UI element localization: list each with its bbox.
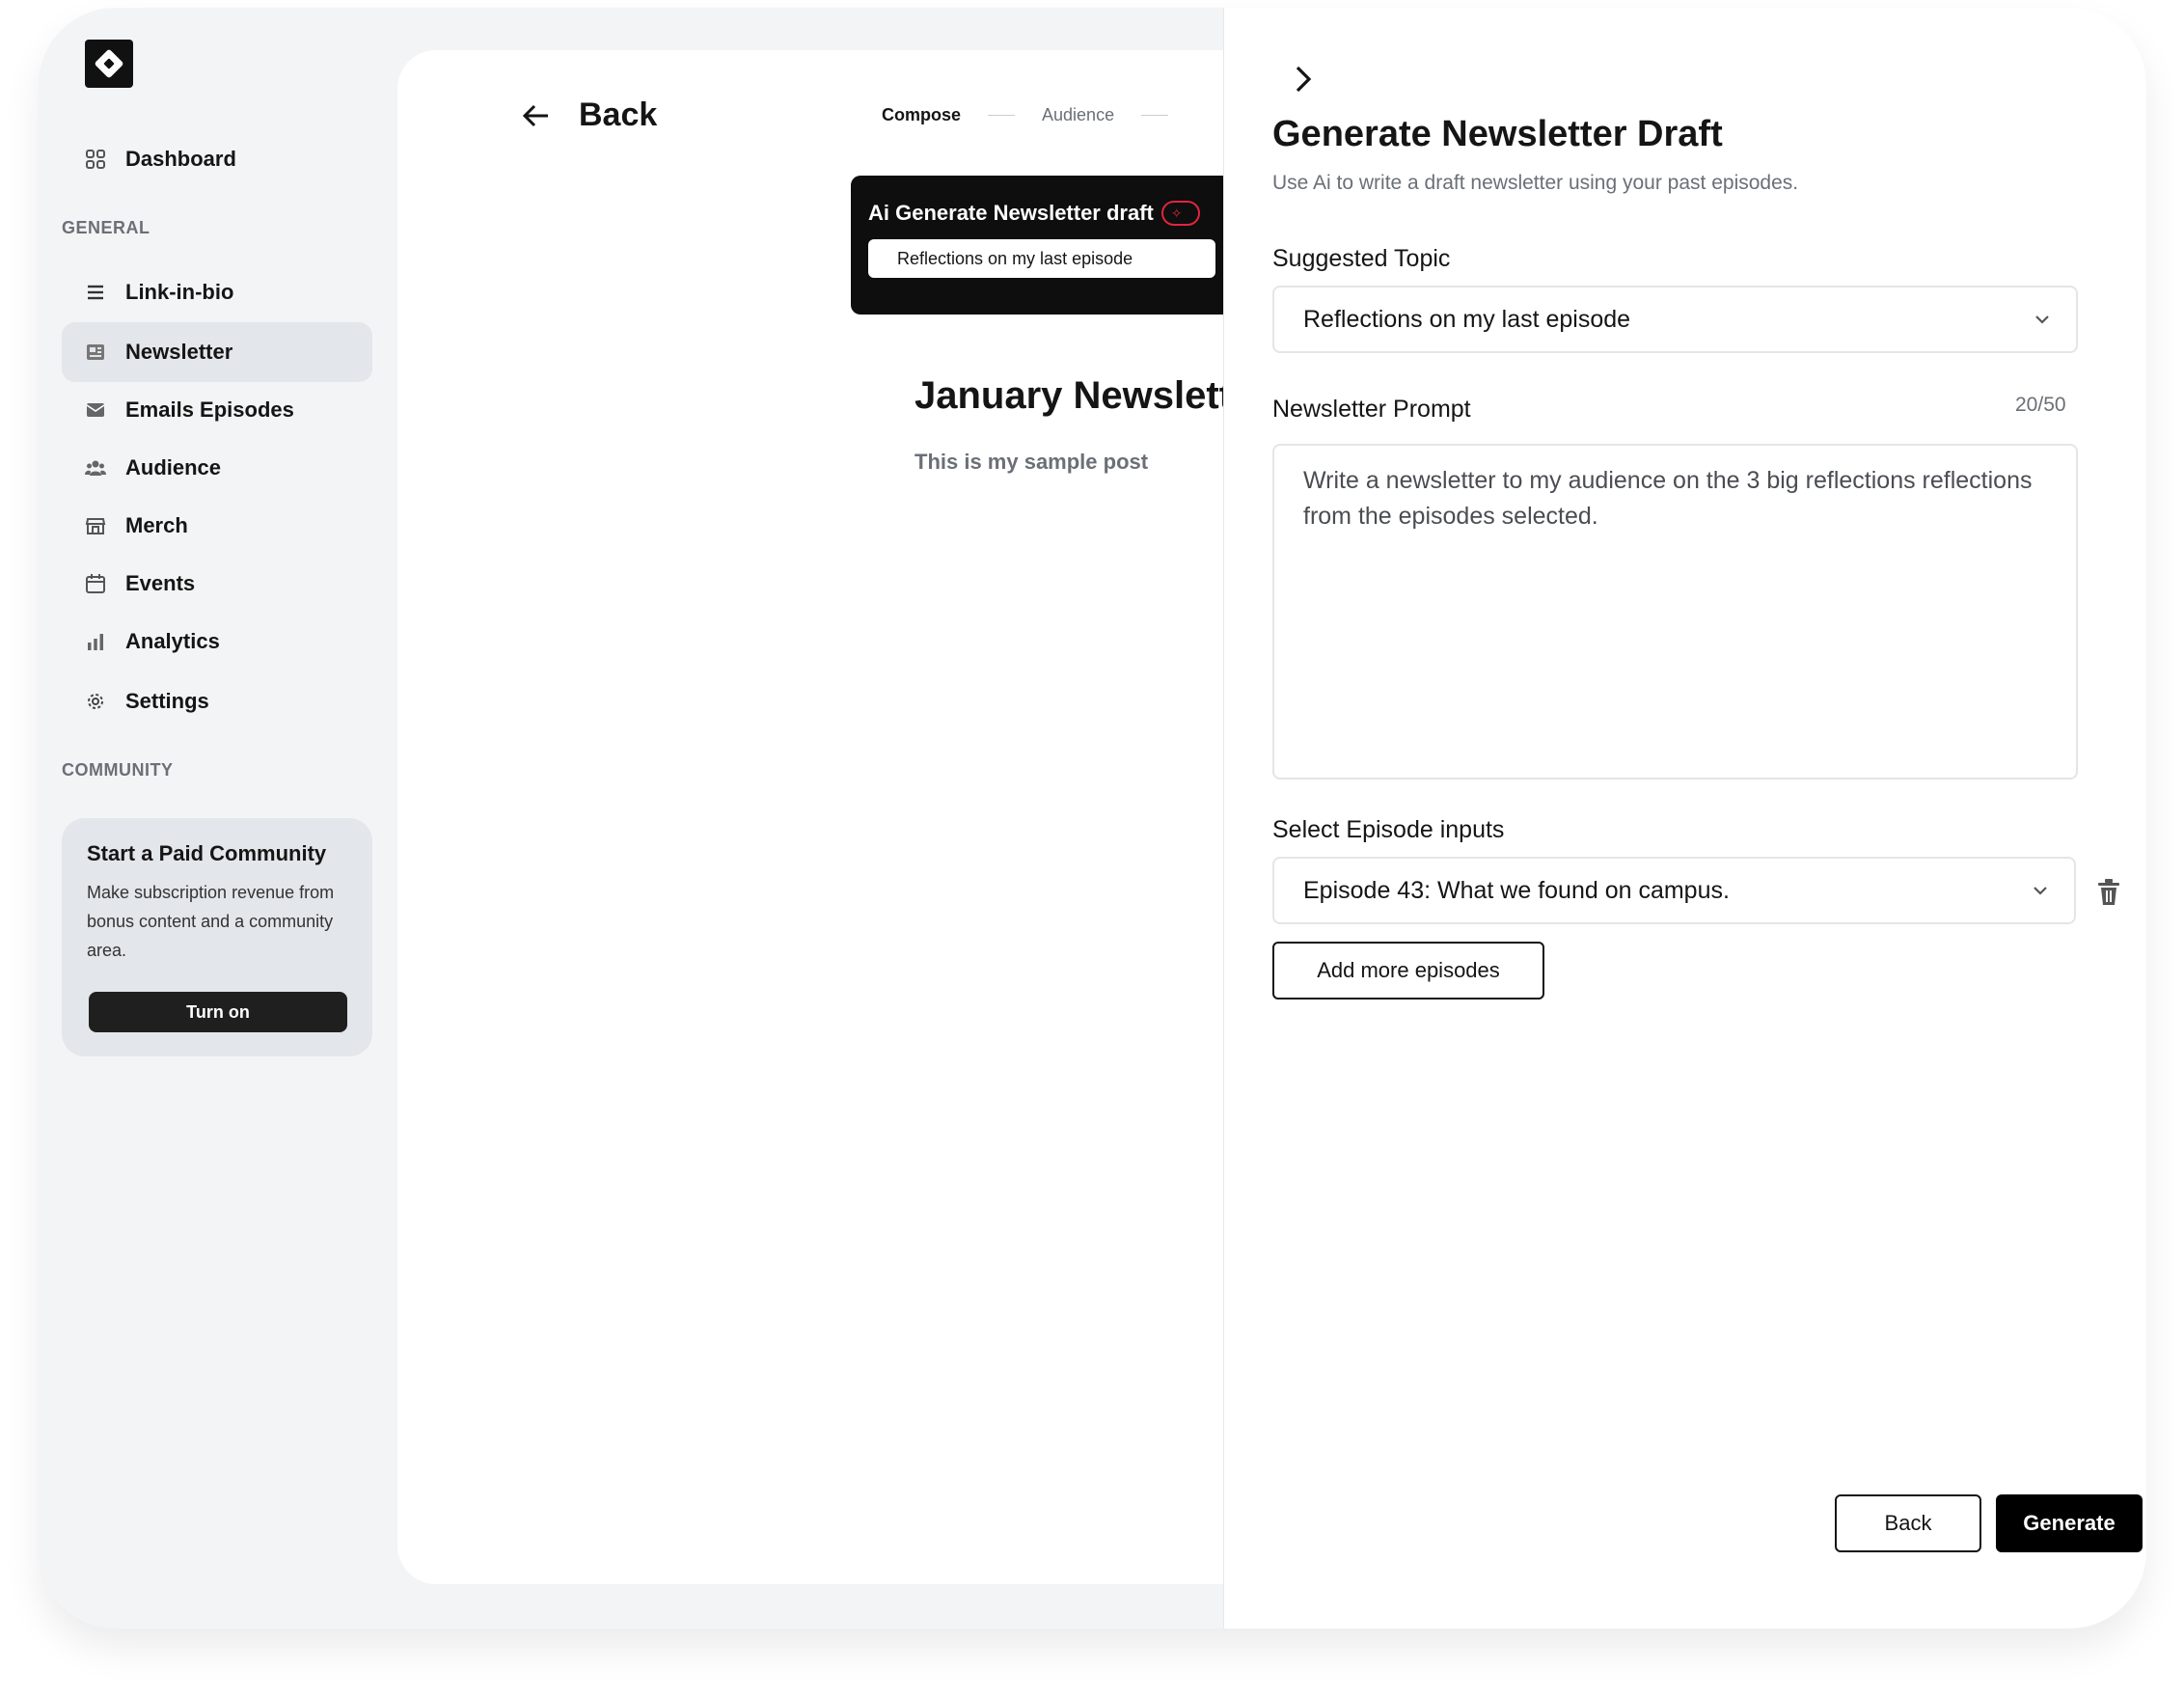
sidebar: Dashboard GENERAL Link-in-bio Newsletter… [39, 8, 396, 1629]
step-audience[interactable]: Audience [1042, 105, 1114, 125]
gear-icon [85, 691, 106, 712]
calendar-icon [85, 573, 106, 594]
editor-area: Back Compose Audience Ai Generate Newsle… [397, 50, 1362, 1584]
app-window: Dashboard GENERAL Link-in-bio Newsletter… [39, 8, 2146, 1629]
back-link[interactable]: Back [519, 96, 657, 134]
store-icon [85, 515, 106, 536]
sidebar-item-link-in-bio[interactable]: Link-in-bio [62, 262, 372, 322]
sidebar-item-label: Audience [125, 455, 222, 479]
grid-icon [85, 149, 106, 170]
prompt-char-counter: 20/50 [2015, 394, 2066, 416]
bar-chart-icon [85, 631, 106, 652]
sidebar-item-label: Analytics [125, 629, 220, 653]
back-link-label: Back [579, 96, 658, 133]
sidebar-item-label: Newsletter [125, 340, 233, 364]
chevron-down-icon [2035, 315, 2049, 324]
sidebar-item-label: Settings [125, 689, 209, 713]
suggested-topic-label: Suggested Topic [1272, 245, 1451, 272]
ai-generate-card[interactable]: Ai Generate Newsletter draft ✧ Reflectio… [851, 176, 1237, 315]
sparkle-icon: ✧ [1160, 201, 1200, 226]
trash-icon[interactable] [2096, 878, 2121, 907]
ai-topic-pill[interactable]: Reflections on my last episode [868, 239, 1215, 278]
mail-icon [85, 399, 106, 421]
sidebar-item-events[interactable]: Events [62, 554, 372, 614]
sidebar-item-label: Dashboard [125, 147, 236, 171]
newsletter-prompt-label: Newsletter Prompt [1272, 396, 1471, 423]
sidebar-item-dashboard[interactable]: Dashboard [62, 129, 372, 189]
step-divider [1141, 115, 1169, 116]
step-compose[interactable]: Compose [882, 105, 961, 125]
community-card: Start a Paid Community Make subscription… [62, 818, 372, 1056]
chevron-right-icon[interactable] [1290, 62, 1317, 96]
sidebar-item-label: Merch [125, 513, 188, 537]
newsletter-prompt-textarea[interactable]: Write a newsletter to my audience on the… [1272, 444, 2078, 780]
suggested-topic-value: Reflections on my last episode [1303, 305, 1631, 333]
sidebar-item-newsletter[interactable]: Newsletter [62, 322, 372, 382]
episode-value: Episode 43: What we found on campus. [1303, 876, 1730, 904]
sidebar-item-analytics[interactable]: Analytics [62, 612, 372, 671]
select-episode-label: Select Episode inputs [1272, 816, 1505, 843]
suggested-topic-select[interactable]: Reflections on my last episode [1272, 286, 2078, 353]
sidebar-item-label: Events [125, 571, 196, 595]
people-icon [85, 457, 106, 479]
generate-draft-panel: Generate Newsletter Draft Use Ai to writ… [1223, 8, 2146, 1629]
panel-title: Generate Newsletter Draft [1272, 114, 1723, 154]
community-card-text: Make subscription revenue from bonus con… [87, 883, 335, 960]
sidebar-item-merch[interactable]: Merch [62, 496, 372, 556]
sidebar-item-settings[interactable]: Settings [62, 671, 372, 731]
section-label-general: GENERAL [62, 218, 150, 237]
sidebar-item-emails-episodes[interactable]: Emails Episodes [62, 380, 372, 440]
newsletter-title[interactable]: January Newsletter [915, 374, 1269, 418]
episode-select[interactable]: Episode 43: What we found on campus. [1272, 857, 2076, 924]
newspaper-icon [85, 342, 106, 363]
community-card-title: Start a Paid Community [87, 841, 327, 865]
panel-subtitle: Use Ai to write a draft newsletter using… [1272, 172, 1799, 194]
ai-generate-title: Ai Generate Newsletter draft [868, 201, 1154, 225]
generate-button[interactable]: Generate [1996, 1494, 2143, 1552]
step-divider [988, 115, 1016, 116]
add-more-episodes-button[interactable]: Add more episodes [1272, 942, 1544, 1000]
sidebar-item-label: Link-in-bio [125, 280, 234, 304]
logo-diamond-icon [94, 48, 124, 79]
chevron-down-icon [2034, 887, 2047, 895]
back-button[interactable]: Back [1835, 1494, 1981, 1552]
app-logo[interactable] [85, 40, 133, 88]
section-label-community: COMMUNITY [62, 760, 174, 780]
newsletter-body[interactable]: This is my sample post [915, 450, 1148, 475]
turn-on-button[interactable]: Turn on [89, 992, 347, 1032]
sidebar-item-audience[interactable]: Audience [62, 438, 372, 498]
progress-steps: Compose Audience [882, 105, 1195, 125]
list-icon [85, 282, 106, 303]
sidebar-item-label: Emails Episodes [125, 397, 294, 422]
arrow-left-icon [522, 104, 548, 126]
